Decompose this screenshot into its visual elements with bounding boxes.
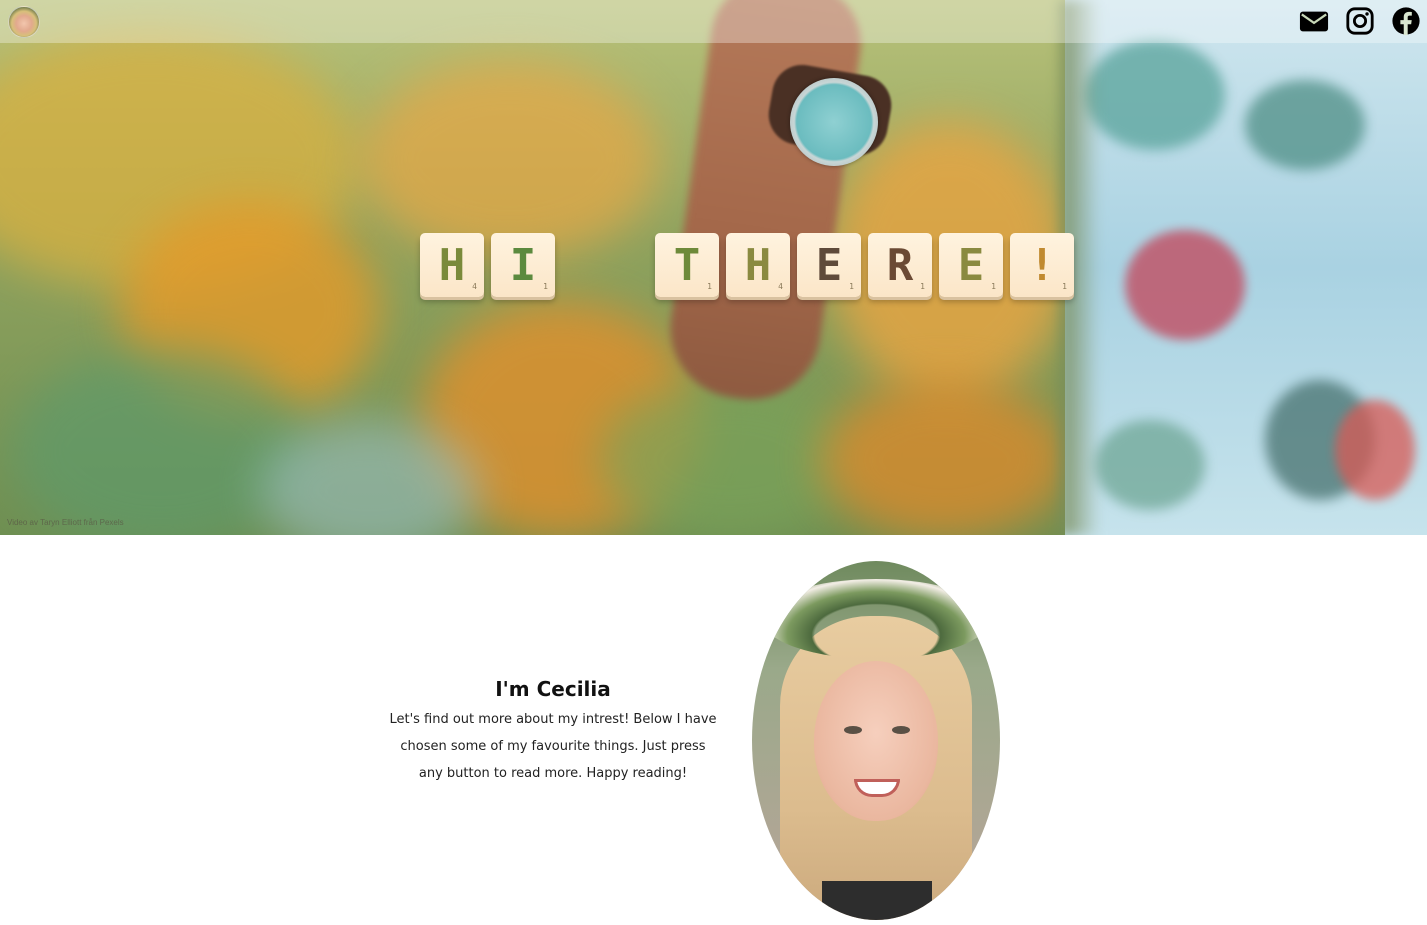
instagram-icon[interactable] — [1345, 6, 1375, 36]
video-credit: Video av Taryn Elliott från Pexels — [7, 518, 124, 527]
tile-letter: R — [886, 239, 914, 291]
letter-tile: T 1 — [655, 233, 719, 297]
about-section: I'm Cecilia Let's find out more about my… — [388, 672, 718, 787]
watch-image — [790, 78, 878, 166]
tile-gap — [562, 233, 648, 297]
tile-points: 4 — [472, 282, 477, 291]
dress-image — [1065, 0, 1427, 535]
tile-letter: I — [509, 239, 537, 291]
tile-letter: T — [673, 239, 701, 291]
letter-tile: E 1 — [939, 233, 1003, 297]
about-text: Let's find out more about my intrest! Be… — [388, 706, 718, 787]
tile-points: 1 — [920, 282, 925, 291]
letter-tile: ! 1 — [1010, 233, 1074, 297]
tile-points: 1 — [543, 282, 548, 291]
avatar[interactable] — [8, 6, 40, 38]
tile-points: 1 — [849, 282, 854, 291]
hero-banner: H 4 I 1 T 1 H 4 E 1 R 1 E 1 ! 1 Video av… — [0, 0, 1427, 535]
tile-letter: E — [815, 239, 843, 291]
about-title: I'm Cecilia — [495, 677, 611, 701]
mail-icon[interactable] — [1299, 6, 1329, 36]
about-line: Let's find out more about my intrest! Be… — [389, 712, 717, 727]
tile-letter: ! — [1028, 239, 1056, 291]
about-line: any button to read more. Happy reading! — [418, 766, 688, 781]
letter-tile: R 1 — [868, 233, 932, 297]
facebook-icon[interactable] — [1391, 6, 1421, 36]
tile-letter: E — [957, 239, 985, 291]
about-line: chosen some of my favourite things. Just… — [400, 739, 706, 754]
profile-portrait — [752, 561, 1000, 920]
top-navbar — [0, 0, 1427, 43]
social-links — [1299, 6, 1421, 36]
tile-letter: H — [744, 239, 772, 291]
letter-tile: H 4 — [420, 233, 484, 297]
tile-points: 1 — [991, 282, 996, 291]
tile-points: 1 — [1062, 282, 1067, 291]
letter-tile: H 4 — [726, 233, 790, 297]
letter-tile: E 1 — [797, 233, 861, 297]
tile-points: 4 — [778, 282, 783, 291]
letter-tile: I 1 — [491, 233, 555, 297]
tile-points: 1 — [707, 282, 712, 291]
tile-letter: H — [438, 239, 466, 291]
hero-heading-tiles: H 4 I 1 T 1 H 4 E 1 R 1 E 1 ! 1 — [420, 233, 1074, 297]
